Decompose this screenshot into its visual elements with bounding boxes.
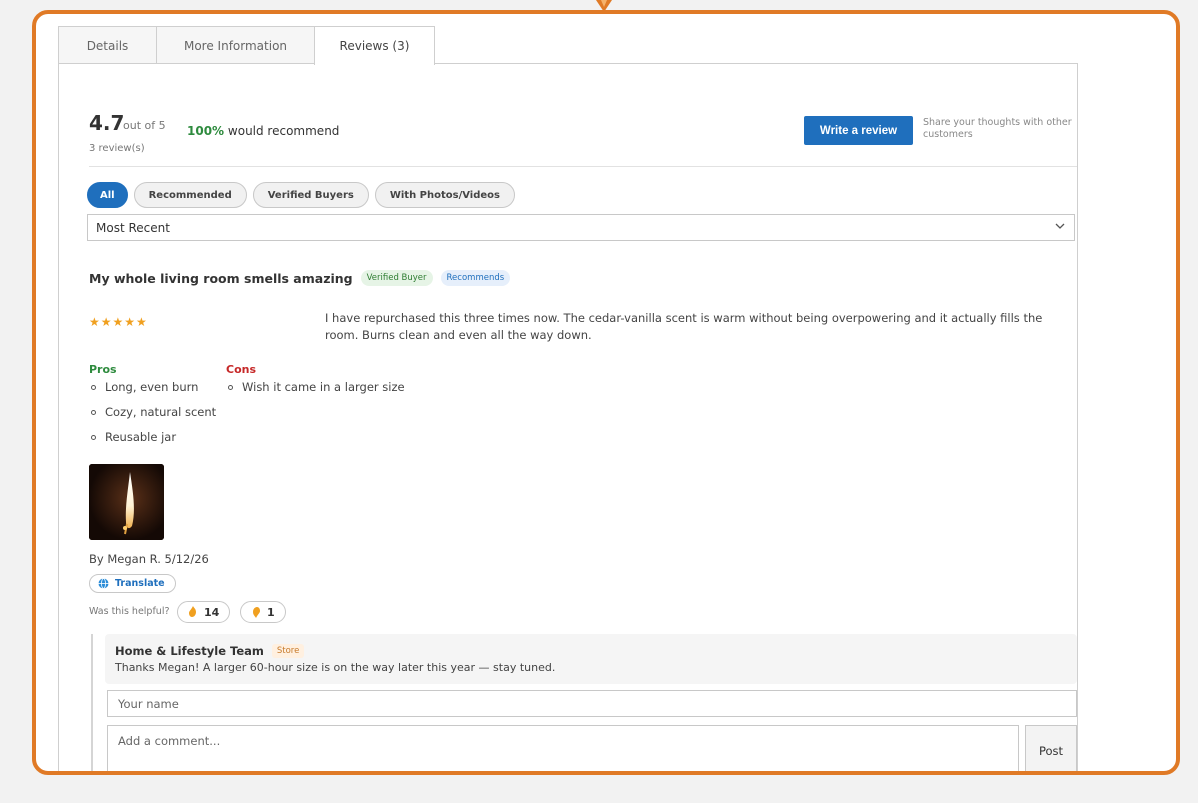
- tab-bar: Details More Information Reviews (3): [58, 26, 435, 65]
- sort-selected-value: Most Recent: [96, 220, 170, 235]
- cons-list: Wish it came in a larger size: [226, 380, 405, 405]
- tab-details[interactable]: Details: [58, 26, 157, 64]
- write-review-hint: Share your thoughts with other customers: [923, 117, 1072, 140]
- review-body: I have repurchased this three times now.…: [325, 311, 1043, 342]
- summary-divider: [89, 166, 1077, 167]
- pros-item: Long, even burn: [89, 380, 216, 405]
- thumbs-up-icon: [189, 606, 196, 617]
- rating-scale: out of 5: [123, 119, 166, 132]
- pros-item: Cozy, natural scent: [89, 405, 216, 430]
- review-filters: All Recommended Verified Buyers With Pho…: [87, 182, 515, 208]
- average-rating: 4.7: [89, 111, 125, 135]
- translate-label: Translate: [115, 578, 165, 589]
- reply-text: Thanks Megan! A larger 60-hour size is o…: [115, 661, 556, 674]
- helpful-up-button[interactable]: 14: [177, 601, 231, 623]
- verified-buyer-badge: Verified Buyer: [360, 270, 433, 286]
- helpful-up-count: 14: [204, 605, 220, 619]
- review-photo-thumbnail[interactable]: [89, 464, 164, 540]
- recommend-text: would recommend: [227, 124, 340, 138]
- candle-flame-image: [89, 464, 164, 540]
- review-title: My whole living room smells amazing: [89, 270, 353, 286]
- comment-input[interactable]: [107, 725, 1019, 771]
- post-button[interactable]: Post: [1025, 725, 1077, 771]
- filter-recommended[interactable]: Recommended: [133, 182, 247, 208]
- translate-button[interactable]: Translate: [89, 574, 176, 593]
- sort-select[interactable]: Most Recent: [87, 214, 1075, 241]
- review-byline: By Megan R. 5/12/26: [89, 552, 209, 566]
- recommend-summary: 100% would recommend: [187, 124, 339, 138]
- reply-author-row: Home & Lifestyle Team Store: [115, 644, 305, 658]
- pros-item: Reusable jar: [89, 430, 216, 455]
- highlight-frame: Details More Information Reviews (3) 4.7…: [32, 10, 1180, 775]
- pros-list: Long, even burn Cozy, natural scent Reus…: [89, 380, 216, 455]
- cons-item: Wish it came in a larger size: [226, 380, 405, 405]
- recommend-percent: 100%: [187, 124, 225, 138]
- review-stars: ★★★★★: [89, 315, 148, 329]
- comment-thread: Home & Lifestyle Team Store Thanks Megan…: [91, 634, 1079, 775]
- filter-verified-buyers[interactable]: Verified Buyers: [252, 182, 369, 208]
- chevron-down-icon: [1055, 223, 1065, 229]
- thumbs-down-icon: [253, 607, 260, 618]
- helpful-down-count: 1: [267, 605, 275, 619]
- store-reply: Home & Lifestyle Team Store Thanks Megan…: [105, 634, 1077, 684]
- filter-photos-videos[interactable]: With Photos/Videos: [374, 182, 515, 208]
- helpful-label: Was this helpful?: [89, 606, 170, 617]
- reply-author: Home & Lifestyle Team: [115, 644, 264, 658]
- review-count: 3 review(s): [89, 143, 145, 154]
- resize-grip-icon[interactable]: [1005, 774, 1015, 775]
- helpful-down-button[interactable]: 1: [240, 601, 286, 623]
- filter-all[interactable]: All: [87, 182, 128, 208]
- tab-reviews[interactable]: Reviews (3): [314, 26, 435, 65]
- tab-more-information[interactable]: More Information: [156, 26, 315, 64]
- name-input[interactable]: [107, 690, 1077, 717]
- review-title-row: My whole living room smells amazing Veri…: [89, 270, 511, 286]
- store-badge: Store: [271, 644, 305, 658]
- recommends-badge: Recommends: [440, 270, 511, 286]
- pros-heading: Pros: [89, 363, 117, 376]
- reviews-panel: 4.7 out of 5 3 review(s) 100% would reco…: [58, 63, 1079, 775]
- globe-icon: [98, 578, 109, 589]
- cons-heading: Cons: [226, 363, 257, 376]
- write-review-button[interactable]: Write a review: [804, 116, 913, 145]
